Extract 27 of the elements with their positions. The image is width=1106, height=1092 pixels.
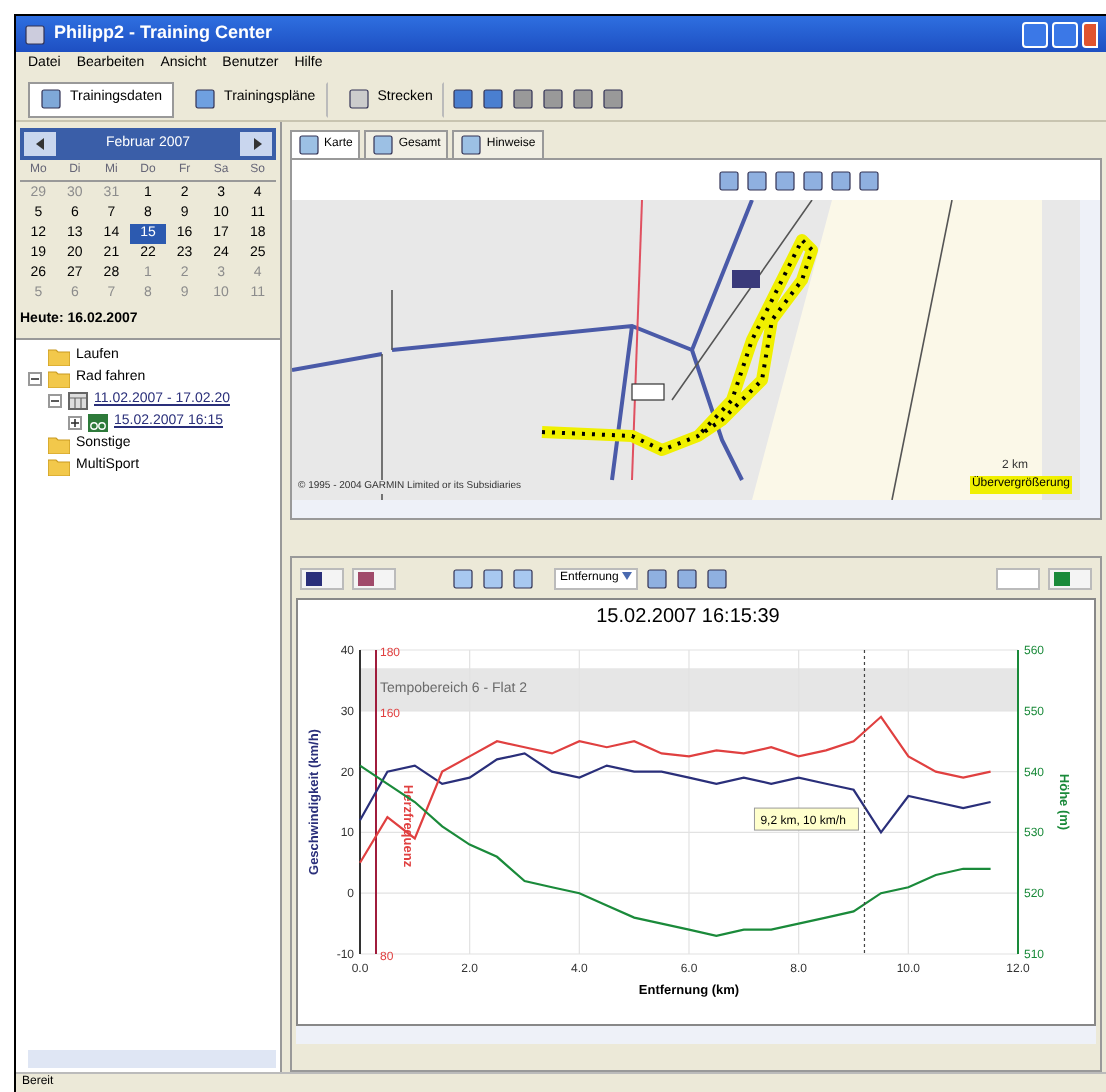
color-dropdown[interactable] (352, 567, 396, 589)
color-dropdown[interactable] (300, 567, 344, 589)
color-dropdown[interactable] (1048, 567, 1092, 589)
right-arrow-icon (251, 138, 261, 150)
previous-month-button[interactable] (24, 132, 56, 156)
horizontal-scrollbar[interactable] (292, 500, 1100, 518)
horizontal-scrollbar[interactable] (28, 1050, 276, 1068)
caret-icon (622, 571, 633, 580)
vertical-scrollbar[interactable] (1080, 200, 1100, 500)
close-button[interactable] (1082, 21, 1098, 47)
folder-icon (48, 369, 70, 387)
expand-toggle[interactable] (68, 415, 82, 429)
collapse-toggle[interactable] (48, 393, 62, 407)
bike-icon (88, 413, 108, 431)
horizontal-scrollbar[interactable] (296, 1026, 1096, 1044)
color-dropdown[interactable] (996, 567, 1040, 589)
minimize-button[interactable] (1022, 21, 1048, 47)
calendar-icon (68, 391, 88, 409)
folder-icon (48, 435, 70, 453)
maximize-button[interactable] (1052, 21, 1078, 47)
folder-icon (48, 347, 70, 365)
chart-title: 15.02.2007 16:15:39 (596, 606, 780, 628)
next-month-button[interactable] (240, 132, 272, 156)
left-arrow-icon (35, 138, 45, 150)
collapse-toggle[interactable] (28, 371, 42, 385)
folder-icon (48, 457, 70, 475)
window-title: Philipp2 - Training Center (54, 20, 273, 47)
